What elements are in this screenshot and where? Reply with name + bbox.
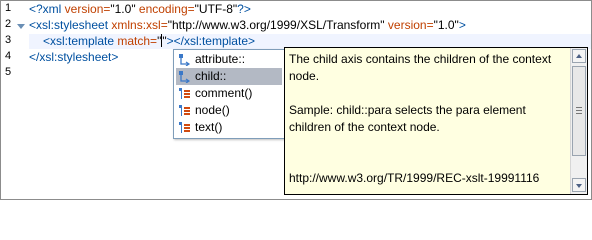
- attribute-name: xmlns:xsl=: [108, 18, 168, 32]
- line-number: 3: [5, 34, 12, 46]
- completion-item-label: comment(): [195, 86, 253, 100]
- documentation-text: The child axis contains the children of …: [289, 51, 567, 187]
- line-number: 2: [5, 18, 12, 30]
- completion-item-node[interactable]: node(): [176, 102, 282, 119]
- doc-sample: Sample: child::para selects the para ele…: [289, 103, 526, 134]
- tag-close-bracket: >: [458, 18, 466, 32]
- vertical-scrollbar[interactable]: [570, 48, 587, 194]
- code-line-4[interactable]: </xsl:stylesheet>: [29, 49, 118, 65]
- completion-item-label: text(): [195, 120, 223, 134]
- node-test-icon: [179, 88, 190, 99]
- line-number: 5: [5, 66, 12, 78]
- doc-description: The child axis contains the children of …: [289, 52, 552, 83]
- documentation-popup[interactable]: The child axis contains the children of …: [284, 47, 588, 195]
- completion-item-label: attribute::: [195, 52, 246, 66]
- fold-toggle-icon[interactable]: [17, 24, 25, 29]
- doc-reference-link[interactable]: http://www.w3.org/TR/1999/REC-xslt-19991…: [289, 170, 567, 187]
- xml-declaration-close: ?>: [237, 2, 251, 16]
- completion-item-text[interactable]: text(): [176, 119, 282, 136]
- completion-item-comment[interactable]: comment(): [176, 85, 282, 102]
- element-open-tag: <xsl:template: [43, 34, 115, 48]
- element-close-tag: </xsl:template>: [173, 34, 255, 48]
- completion-item-label: node(): [195, 103, 230, 117]
- code-line-1[interactable]: <?xml version="1.0" encoding="UTF-8"?>: [29, 1, 251, 17]
- line-number-gutter: [1, 1, 14, 199]
- line-number: 1: [5, 2, 12, 14]
- attribute-value: "1.0": [110, 2, 136, 16]
- attribute-name: version=: [384, 18, 434, 32]
- node-test-icon: [179, 105, 190, 116]
- line-number: 4: [5, 50, 12, 62]
- attribute-value: "1.0": [433, 18, 459, 32]
- attribute-value: "UTF-8": [194, 2, 238, 16]
- arrow-up-icon: [576, 54, 582, 58]
- xml-declaration-open: <?xml: [29, 2, 62, 16]
- completion-item-child[interactable]: child::: [176, 68, 282, 85]
- axis-icon: [179, 54, 191, 66]
- code-line-3[interactable]: <xsl:template match=""></xsl:template>: [43, 33, 255, 49]
- axis-icon: [179, 71, 191, 83]
- element-open-tag: <xsl:stylesheet: [29, 18, 109, 32]
- element-close-tag: </xsl:stylesheet>: [29, 50, 119, 64]
- completion-list[interactable]: attribute:: child:: comment() node() tex…: [173, 49, 286, 139]
- completion-item-label: child::: [195, 69, 227, 83]
- arrow-down-icon: [576, 184, 582, 188]
- attribute-value: "http://www.w3.org/1999/XSL/Transform": [167, 18, 385, 32]
- completion-item-attribute[interactable]: attribute::: [176, 51, 282, 68]
- code-line-2[interactable]: <xsl:stylesheet xmlns:xsl="http://www.w3…: [29, 17, 466, 33]
- scroll-up-button[interactable]: [572, 49, 586, 63]
- scroll-down-button[interactable]: [572, 178, 586, 192]
- node-test-icon: [179, 122, 190, 133]
- scroll-thumb[interactable]: [572, 66, 586, 156]
- attribute-name: encoding=: [135, 2, 195, 16]
- attribute-name: match=: [114, 34, 158, 48]
- attribute-name: version=: [61, 2, 111, 16]
- tag-close-bracket: >: [166, 34, 174, 48]
